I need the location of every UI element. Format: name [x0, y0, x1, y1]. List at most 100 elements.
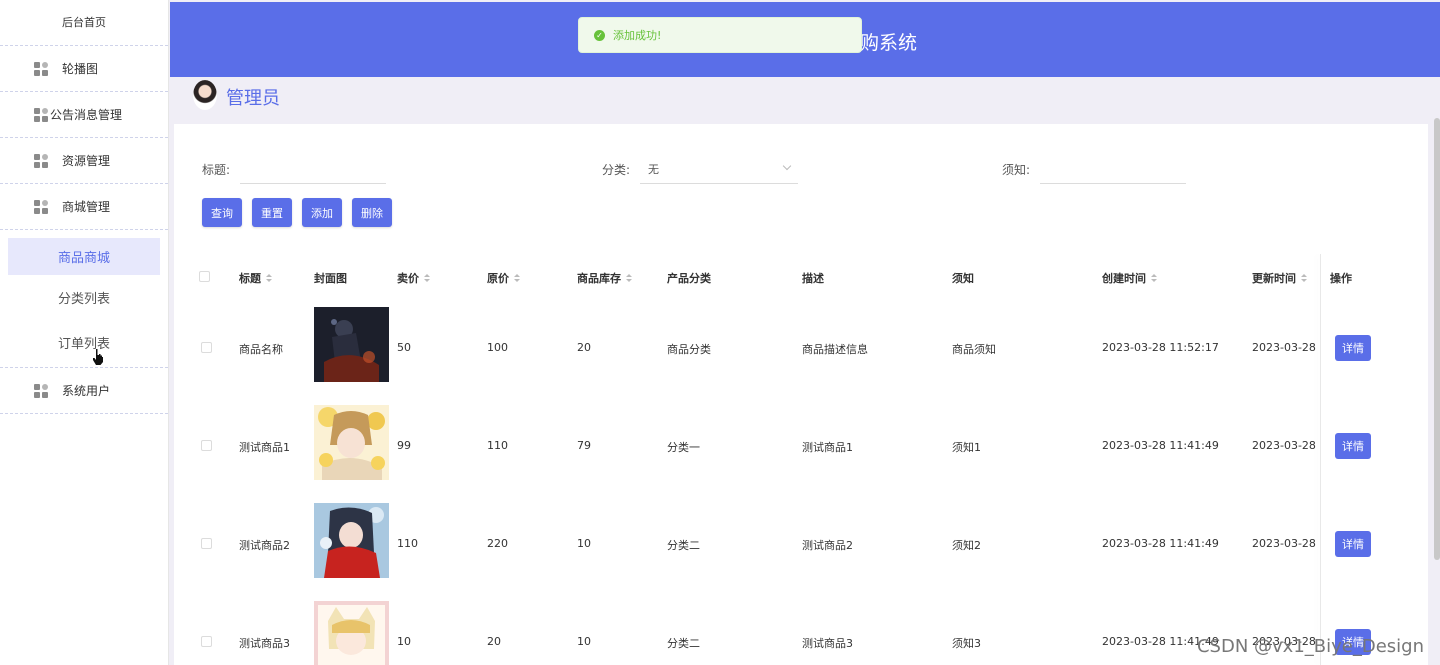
sidebar-item-label: 资源管理: [62, 154, 111, 168]
sidebar-item-notice[interactable]: 公告消息管理: [0, 92, 168, 138]
sort-icon: [424, 274, 430, 282]
sidebar-item-label: 公告消息管理: [50, 108, 123, 122]
cell-price: 10: [397, 635, 411, 648]
sidebar-item-label: 轮播图: [62, 62, 99, 76]
chevron-down-icon: [782, 161, 792, 171]
sidebar-subitem-category[interactable]: 分类列表: [8, 275, 160, 320]
col-header-updated[interactable]: 更新时间: [1252, 270, 1307, 286]
category-select[interactable]: 无: [640, 154, 799, 184]
cell-notice: 须知3: [952, 637, 981, 650]
cell-updated: 2023-03-28 11:: [1252, 439, 1318, 452]
detail-button[interactable]: 详情: [1335, 335, 1371, 361]
cover-image: [314, 601, 389, 665]
col-header-title[interactable]: 标题: [239, 270, 272, 286]
col-header-notice: 须知: [952, 272, 974, 285]
sidebar-subitem-orders[interactable]: 订单列表: [8, 320, 160, 365]
row-checkbox[interactable]: [201, 636, 212, 647]
cell-title: 测试商品3: [239, 637, 290, 650]
cell-notice: 商品须知: [952, 343, 996, 356]
cell-notice: 须知1: [952, 441, 981, 454]
hand-cursor-icon: [93, 349, 103, 365]
category-select-value: 无: [648, 162, 660, 176]
sort-icon: [626, 274, 632, 282]
watermark: CSDN @vx1_Biye_Design: [1196, 636, 1424, 657]
cell-stock: 20: [577, 341, 591, 354]
fixed-column-divider: [1320, 254, 1321, 665]
query-button[interactable]: 查询: [202, 198, 242, 227]
cell-description: 商品描述信息: [802, 343, 868, 356]
sidebar-item-mall[interactable]: 商城管理: [0, 184, 168, 230]
col-header-actions: 操作: [1330, 272, 1352, 285]
cell-category: 商品分类: [667, 343, 711, 356]
sidebar-home[interactable]: 后台首页: [0, 0, 168, 46]
page-scrollbar[interactable]: [1434, 118, 1440, 560]
sidebar-item-label: 系统用户: [62, 384, 111, 398]
sidebar-item-label: 商城管理: [62, 200, 111, 214]
row-checkbox[interactable]: [201, 538, 212, 549]
cell-title: 测试商品1: [239, 441, 290, 454]
col-header-description: 描述: [802, 272, 824, 285]
detail-button[interactable]: 详情: [1335, 531, 1371, 557]
main-content: 标题: 分类: 无 须知: 查询 重置 添加 删除 标题 封面图 卖价 原价 商…: [174, 124, 1428, 665]
sidebar-item-resource[interactable]: 资源管理: [0, 138, 168, 184]
col-header-created[interactable]: 创建时间: [1102, 270, 1157, 286]
cell-updated: 2023-03-28 11:: [1252, 341, 1318, 354]
row-checkbox[interactable]: [201, 342, 212, 353]
filter-category: 分类: 无: [602, 154, 799, 184]
row-checkbox[interactable]: [201, 440, 212, 451]
sidebar-subitem-goods[interactable]: 商品商城: [8, 238, 160, 275]
cell-updated: 2023-03-28 11:: [1252, 537, 1318, 550]
cell-description: 测试商品2: [802, 539, 853, 552]
apps-icon: [34, 383, 48, 398]
cell-category: 分类二: [667, 539, 700, 552]
cell-category: 分类一: [667, 441, 700, 454]
sidebar: 后台首页 轮播图 公告消息管理 资源管理 商城管理 商品商城 分类列表 订单列表…: [0, 0, 169, 665]
cell-created: 2023-03-28 11:41:49: [1102, 439, 1219, 452]
select-all-checkbox[interactable]: [199, 271, 210, 282]
apps-icon: [34, 153, 48, 168]
cell-created: 2023-03-28 11:41:49: [1102, 537, 1219, 550]
avatar[interactable]: [193, 80, 217, 110]
sidebar-item-carousel[interactable]: 轮播图: [0, 46, 168, 92]
cell-description: 测试商品1: [802, 441, 853, 454]
cell-description: 测试商品3: [802, 637, 853, 650]
sort-icon: [514, 274, 520, 282]
cell-original-price: 100: [487, 341, 508, 354]
check-circle-icon: ✓: [594, 29, 605, 41]
col-header-stock[interactable]: 商品库存: [577, 270, 632, 286]
success-toast: ✓ 添加成功!: [578, 17, 862, 53]
cover-image: [314, 405, 389, 480]
filter-notice-label: 须知:: [1002, 162, 1031, 177]
filter-title-label: 标题:: [202, 162, 231, 177]
sort-icon: [1151, 274, 1157, 282]
cover-image: [314, 503, 389, 578]
notice-input[interactable]: [1040, 154, 1187, 184]
col-header-price[interactable]: 卖价: [397, 270, 430, 286]
filter-notice: 须知:: [1002, 154, 1187, 184]
sidebar-submenu: 商品商城 分类列表 订单列表: [0, 238, 168, 368]
filter-title: 标题:: [202, 154, 387, 184]
delete-button[interactable]: 删除: [352, 198, 392, 227]
admin-bar: 管理员: [170, 77, 1440, 118]
cell-stock: 10: [577, 635, 591, 648]
toast-message: 添加成功!: [613, 29, 662, 42]
cell-price: 110: [397, 537, 418, 550]
sort-icon: [266, 274, 272, 282]
system-title: 购系统: [860, 32, 918, 54]
admin-name: 管理员: [226, 88, 280, 109]
detail-button[interactable]: 详情: [1335, 433, 1371, 459]
sort-icon: [1301, 274, 1307, 282]
cell-price: 50: [397, 341, 411, 354]
apps-icon: [34, 199, 48, 214]
add-button[interactable]: 添加: [302, 198, 342, 227]
col-header-original-price[interactable]: 原价: [487, 270, 520, 286]
cover-image: [314, 307, 389, 382]
cell-title: 商品名称: [239, 343, 283, 356]
sidebar-item-users[interactable]: 系统用户: [0, 368, 168, 414]
cell-stock: 79: [577, 439, 591, 452]
apps-icon: [34, 61, 48, 76]
reset-button[interactable]: 重置: [252, 198, 292, 227]
title-input[interactable]: [240, 154, 387, 184]
cell-category: 分类二: [667, 637, 700, 650]
cell-original-price: 20: [487, 635, 501, 648]
